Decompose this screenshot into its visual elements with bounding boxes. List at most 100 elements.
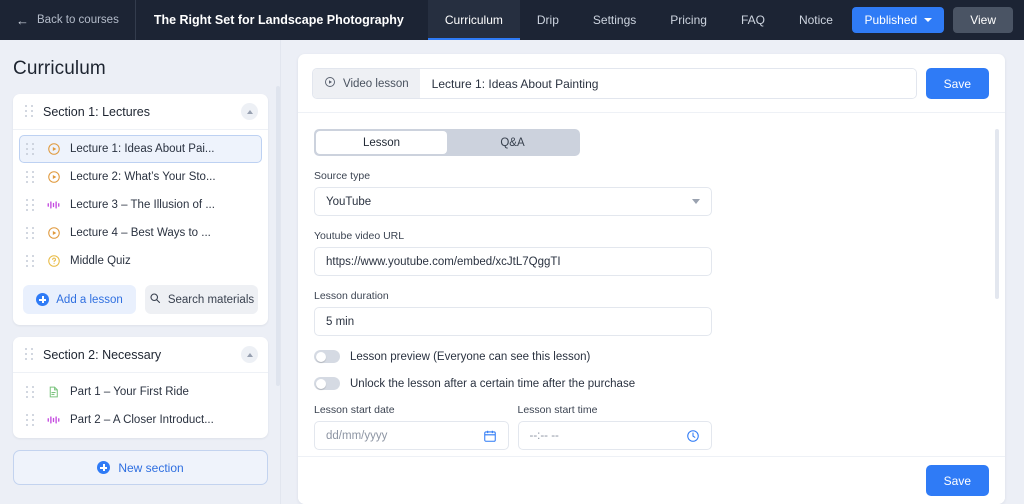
start-time-input[interactable]: --:-- --	[518, 421, 713, 450]
video-url-label: Youtube video URL	[314, 230, 712, 242]
new-section-label: New section	[118, 461, 183, 475]
video-url-value: https://www.youtube.com/embed/xcJtL7QggT…	[326, 256, 561, 268]
lesson-editor-panel: Video lesson Save Lesson Q&A Source type…	[298, 54, 1005, 504]
save-button-top[interactable]: Save	[926, 68, 989, 99]
page-title: Curriculum	[13, 40, 268, 94]
section-actions-1: Add a lesson Search materials	[13, 279, 268, 325]
chevron-up-icon[interactable]	[241, 346, 258, 363]
source-type-label: Source type	[314, 170, 712, 182]
drag-handle-icon[interactable]	[26, 255, 35, 268]
tab-pricing[interactable]: Pricing	[653, 0, 724, 40]
drag-handle-icon[interactable]	[25, 348, 34, 361]
lesson-editor-body: Lesson Q&A Source type YouTube Youtube v…	[298, 113, 1005, 504]
lesson-type-badge: Video lesson	[313, 69, 420, 98]
search-materials-button[interactable]: Search materials	[145, 285, 258, 314]
tab-lesson[interactable]: Lesson	[316, 131, 447, 154]
source-type-value: YouTube	[326, 196, 371, 208]
arrow-left-icon: ←	[16, 14, 29, 27]
section-card-2: Section 2: Necessary Part 1 – Your First…	[13, 337, 268, 438]
lesson-title-combo: Video lesson	[312, 68, 917, 99]
list-item[interactable]: Lecture 1: Ideas About Pai...	[19, 135, 262, 163]
unlock-lesson-toggle-row[interactable]: Unlock the lesson after a certain time a…	[314, 377, 989, 390]
view-button[interactable]: View	[953, 7, 1013, 33]
section-header-2[interactable]: Section 2: Necessary	[13, 337, 268, 373]
calendar-icon[interactable]	[483, 429, 497, 443]
start-time-label: Lesson start time	[518, 404, 713, 416]
tab-drip[interactable]: Drip	[520, 0, 576, 40]
list-item-label: Lecture 1: Ideas About Pai...	[70, 143, 215, 155]
start-date-value: dd/mm/yyyy	[326, 430, 387, 442]
lesson-editor-footer: Save	[298, 456, 1005, 504]
list-item[interactable]: Lecture 2: What’s Your Sto...	[19, 163, 262, 191]
drag-handle-icon[interactable]	[26, 227, 35, 240]
start-time-value: --:-- --	[530, 430, 559, 442]
tab-notice[interactable]: Notice	[782, 0, 850, 40]
drag-handle-icon[interactable]	[26, 171, 35, 184]
lesson-duration-field: Lesson duration 5 min	[314, 290, 712, 336]
drag-handle-icon[interactable]	[25, 105, 34, 118]
video-play-circle-icon	[46, 142, 61, 157]
plus-circle-icon	[36, 293, 49, 306]
chevron-up-icon[interactable]	[241, 103, 258, 120]
lesson-editor-tabs: Lesson Q&A	[314, 129, 580, 156]
tab-qa[interactable]: Q&A	[447, 131, 578, 154]
clock-icon[interactable]	[686, 429, 700, 443]
unlock-lesson-toggle[interactable]	[314, 377, 340, 390]
search-materials-label: Search materials	[168, 294, 254, 306]
course-title: The Right Set for Landscape Photography	[136, 0, 422, 40]
list-item[interactable]: Middle Quiz	[19, 247, 262, 275]
new-section-button[interactable]: New section	[13, 450, 268, 485]
lesson-title-input[interactable]	[420, 69, 916, 98]
drag-handle-icon[interactable]	[26, 386, 35, 399]
add-lesson-button[interactable]: Add a lesson	[23, 285, 136, 314]
section-title-2: Section 2: Necessary	[43, 348, 241, 362]
lesson-preview-toggle[interactable]	[314, 350, 340, 363]
plus-circle-icon	[97, 461, 110, 474]
lesson-preview-label: Lesson preview (Everyone can see this le…	[350, 351, 590, 363]
chevron-down-icon	[924, 18, 932, 22]
list-item[interactable]: Part 2 – A Closer Introduct...	[19, 406, 262, 434]
quiz-question-circle-icon	[46, 254, 61, 269]
text-document-icon	[46, 385, 61, 400]
start-date-field: Lesson start date dd/mm/yyyy	[314, 404, 509, 450]
editor-scrollbar[interactable]	[995, 129, 999, 299]
lesson-list-1: Lecture 1: Ideas About Pai... Lecture 2:…	[13, 130, 268, 279]
section-header-1[interactable]: Section 1: Lectures	[13, 94, 268, 130]
list-item-label: Part 2 – A Closer Introduct...	[70, 414, 214, 426]
lesson-duration-label: Lesson duration	[314, 290, 712, 302]
tab-curriculum[interactable]: Curriculum	[428, 0, 520, 40]
lesson-duration-value: 5 min	[326, 316, 354, 328]
tab-faq[interactable]: FAQ	[724, 0, 782, 40]
top-bar-actions: Published View	[852, 0, 1024, 40]
schedule-row: Lesson start date dd/mm/yyyy Lesson star…	[314, 404, 712, 450]
list-item-label: Part 1 – Your First Ride	[70, 386, 189, 398]
list-item[interactable]: Lecture 4 – Best Ways to ...	[19, 219, 262, 247]
video-play-circle-icon	[46, 226, 61, 241]
list-item[interactable]: Part 1 – Your First Ride	[19, 378, 262, 406]
lesson-editor-header: Video lesson Save	[298, 54, 1005, 113]
start-time-field: Lesson start time --:-- --	[518, 404, 713, 450]
section-card-1: Section 1: Lectures Lecture 1: Ideas Abo…	[13, 94, 268, 325]
audio-wave-icon	[46, 198, 61, 213]
lesson-list-2: Part 1 – Your First Ride Part 2 – A Clos…	[13, 373, 268, 438]
video-url-input[interactable]: https://www.youtube.com/embed/xcJtL7QggT…	[314, 247, 712, 276]
source-type-select[interactable]: YouTube	[314, 187, 712, 216]
list-item-label: Lecture 2: What’s Your Sto...	[70, 171, 216, 183]
tab-settings[interactable]: Settings	[576, 0, 653, 40]
back-to-courses-button[interactable]: ← Back to courses	[0, 0, 135, 40]
start-date-input[interactable]: dd/mm/yyyy	[314, 421, 509, 450]
drag-handle-icon[interactable]	[26, 199, 35, 212]
published-dropdown-button[interactable]: Published	[852, 7, 944, 33]
lesson-duration-input[interactable]: 5 min	[314, 307, 712, 336]
chevron-down-icon	[692, 199, 700, 204]
save-button-bottom[interactable]: Save	[926, 465, 989, 496]
section-title-1: Section 1: Lectures	[43, 105, 241, 119]
lesson-preview-toggle-row[interactable]: Lesson preview (Everyone can see this le…	[314, 350, 989, 363]
top-nav: Curriculum Drip Settings Pricing FAQ Not…	[428, 0, 850, 40]
source-type-field: Source type YouTube	[314, 170, 712, 216]
lesson-editor: Video lesson Save Lesson Q&A Source type…	[281, 40, 1024, 504]
drag-handle-icon[interactable]	[26, 414, 35, 427]
list-item[interactable]: Lecture 3 – The Illusion of ...	[19, 191, 262, 219]
drag-handle-icon[interactable]	[26, 143, 35, 156]
lesson-type-label: Video lesson	[343, 78, 409, 90]
